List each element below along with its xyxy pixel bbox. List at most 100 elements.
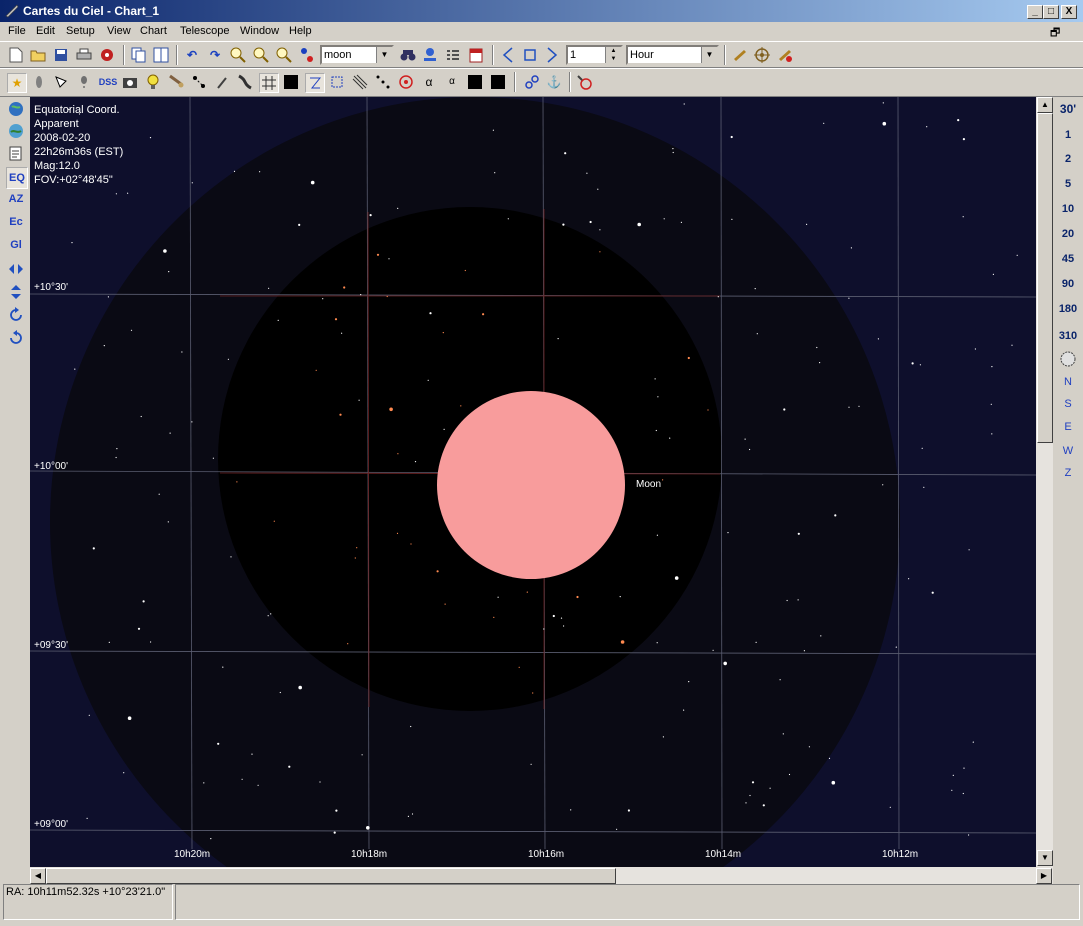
stepper-arrows-icon[interactable]: ▲ ▼: [605, 47, 621, 63]
galactic-button[interactable]: Gl: [6, 235, 26, 255]
tile-icon[interactable]: [152, 46, 170, 64]
copy-chart-icon[interactable]: [130, 46, 148, 64]
calendar-icon[interactable]: [467, 46, 485, 64]
scroll-right-button[interactable]: ▶: [1036, 868, 1052, 884]
scroll-down-button[interactable]: ▼: [1037, 850, 1053, 866]
menu-telescope[interactable]: Telescope: [180, 25, 230, 37]
anchor-icon[interactable]: ⚓: [545, 73, 563, 91]
pen-icon[interactable]: [213, 73, 231, 91]
zoom-5-button[interactable]: 5: [1055, 173, 1081, 195]
telescope-icon[interactable]: [731, 46, 749, 64]
zoom-45-button[interactable]: 45: [1055, 248, 1081, 270]
milkyway-band-icon[interactable]: [351, 73, 369, 91]
obstruction-icon[interactable]: [575, 73, 593, 91]
star-icon[interactable]: ★: [7, 73, 27, 93]
zoom-10-button[interactable]: 10: [1055, 198, 1081, 220]
sky-chart[interactable]: Equatorial Coord. Apparent 2008-02-20 22…: [30, 97, 1036, 867]
binoculars-icon[interactable]: [399, 46, 417, 64]
scroll-thumb-horizontal[interactable]: [46, 868, 616, 884]
vertical-scrollbar[interactable]: ▲ ▼: [1036, 97, 1053, 867]
telescope-sync-icon[interactable]: [776, 46, 794, 64]
maximize-button[interactable]: □: [1043, 5, 1059, 19]
minimize-button[interactable]: _: [1027, 5, 1043, 19]
camera-icon[interactable]: [121, 73, 139, 91]
chevron-down-icon[interactable]: ▼: [701, 47, 717, 63]
sky-canvas[interactable]: [30, 97, 1036, 867]
grid-icon[interactable]: [259, 73, 279, 93]
menu-help[interactable]: Help: [289, 25, 312, 37]
setup-icon[interactable]: [98, 46, 116, 64]
zoom-90-button[interactable]: 90: [1055, 273, 1081, 295]
north-button[interactable]: N: [1055, 371, 1081, 393]
menu-view[interactable]: View: [107, 25, 131, 37]
globe-icon[interactable]: [6, 99, 26, 119]
black-square-icon[interactable]: [282, 73, 300, 91]
zoom-out-icon[interactable]: [252, 46, 270, 64]
new-icon[interactable]: [7, 46, 25, 64]
zenith-button[interactable]: Z: [1055, 462, 1081, 484]
ecliptic-icon[interactable]: [374, 73, 392, 91]
open-icon[interactable]: [29, 46, 47, 64]
scroll-thumb-vertical[interactable]: [1037, 113, 1053, 443]
print-icon[interactable]: [75, 46, 93, 64]
search-object-combo[interactable]: moon ▼: [320, 45, 394, 65]
east-button[interactable]: E: [1055, 416, 1081, 438]
black-fill-icon[interactable]: [466, 73, 484, 91]
comet-icon[interactable]: [167, 73, 185, 91]
dss-button[interactable]: DSS: [96, 73, 120, 91]
rotate-cw-icon[interactable]: [6, 305, 26, 325]
flip-horizontal-icon[interactable]: [6, 259, 26, 279]
lightbulb-icon[interactable]: [144, 73, 162, 91]
time-unit-select[interactable]: Hour ▼: [626, 45, 719, 65]
time-stop-icon[interactable]: [521, 46, 539, 64]
menu-window[interactable]: Window: [240, 25, 279, 37]
redo-icon[interactable]: ↷: [206, 46, 224, 64]
chevron-down-icon[interactable]: ▼: [376, 47, 392, 63]
zoom-180-button[interactable]: 180: [1055, 298, 1081, 320]
all-sky-icon[interactable]: [1055, 348, 1081, 370]
menu-setup[interactable]: Setup: [66, 25, 95, 37]
scroll-left-button[interactable]: ◀: [30, 868, 46, 884]
alpha-names-button[interactable]: α: [443, 73, 461, 91]
zoom-30-button[interactable]: 30': [1055, 98, 1081, 120]
zoom-fit-icon[interactable]: [275, 46, 293, 64]
list-icon[interactable]: [444, 46, 462, 64]
undo-icon[interactable]: ↶: [183, 46, 201, 64]
alpha-button[interactable]: α: [420, 73, 438, 91]
boundary-icon[interactable]: [328, 73, 346, 91]
zoom-2-button[interactable]: 2: [1055, 148, 1081, 170]
menu-edit[interactable]: Edit: [36, 25, 55, 37]
constellation-icon[interactable]: [305, 73, 325, 93]
horizontal-scrollbar[interactable]: ◀ ▶: [30, 867, 1053, 884]
moon-disk[interactable]: [437, 391, 625, 579]
variable-star-icon[interactable]: [30, 73, 48, 91]
link-icon[interactable]: [523, 73, 541, 91]
target-icon[interactable]: [753, 46, 771, 64]
equatorial-button[interactable]: EQ: [6, 167, 28, 189]
menu-chart[interactable]: Chart: [140, 25, 167, 37]
black-fill2-icon[interactable]: [489, 73, 507, 91]
zoom-1-button[interactable]: 1: [1055, 124, 1081, 146]
close-button[interactable]: X: [1061, 5, 1077, 19]
milkyway-icon[interactable]: [236, 73, 254, 91]
save-icon[interactable]: [52, 46, 70, 64]
nebula-icon[interactable]: [75, 73, 93, 91]
time-back-icon[interactable]: [499, 46, 517, 64]
altaz-button[interactable]: AZ: [6, 189, 26, 209]
zoom-20-button[interactable]: 20: [1055, 223, 1081, 245]
notes-icon[interactable]: [6, 143, 26, 163]
menu-file[interactable]: File: [8, 25, 26, 37]
rotate-ccw-icon[interactable]: [6, 328, 26, 348]
ecliptic-button[interactable]: Ec: [6, 212, 26, 232]
asteroid-icon[interactable]: [190, 73, 208, 91]
double-star-icon[interactable]: [52, 73, 70, 91]
scroll-up-button[interactable]: ▲: [1037, 97, 1053, 113]
south-button[interactable]: S: [1055, 393, 1081, 415]
earth-icon[interactable]: [6, 121, 26, 141]
target-circle-icon[interactable]: [397, 73, 415, 91]
observer-icon[interactable]: [421, 46, 439, 64]
west-button[interactable]: W: [1055, 440, 1081, 462]
time-forward-icon[interactable]: [543, 46, 561, 64]
moon-label[interactable]: Moon: [636, 479, 661, 490]
zoom-310-button[interactable]: 310: [1055, 325, 1081, 347]
